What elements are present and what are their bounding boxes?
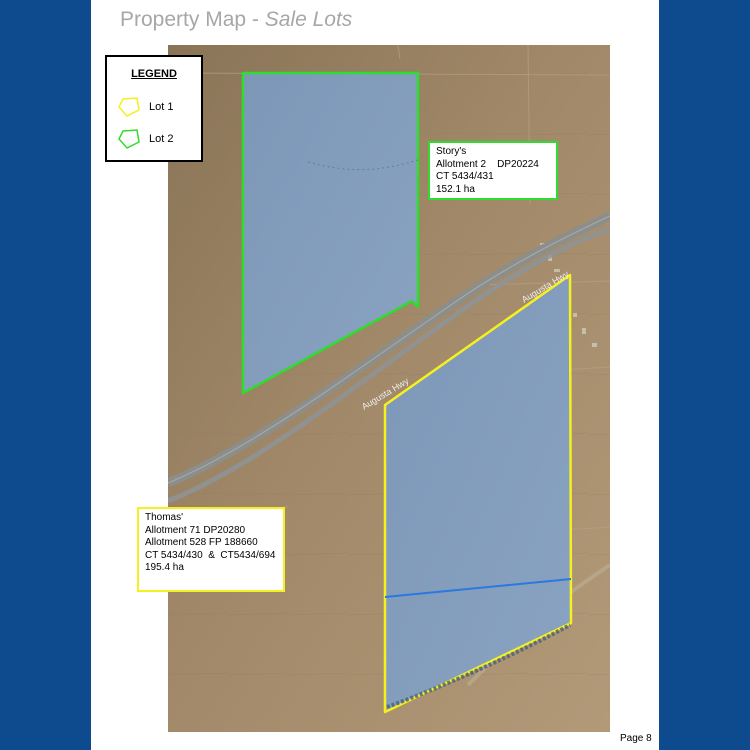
document-page: Property Map - Sale Lots Augusta Hwy Aug… <box>91 0 659 750</box>
story-owner: Story's <box>436 146 467 157</box>
pentagon-yellow-icon <box>118 97 140 117</box>
title-main: Property Map - <box>120 8 265 31</box>
legend-label-lot-2: Lot 2 <box>149 133 174 145</box>
thomas-allotment-528: Allotment 528 FP 188660 <box>145 537 258 548</box>
story-title-ref: CT 5434/431 <box>436 171 494 182</box>
title-subtitle: Sale Lots <box>264 8 353 31</box>
callout-story-lot: Story's Allotment 2 DP20224 CT 5434/431 … <box>428 141 558 200</box>
legend-item-lot-2: Lot 2 <box>117 128 173 150</box>
page-number: Page 8 <box>620 733 652 744</box>
map-legend: LEGEND Lot 1 Lot 2 <box>105 55 203 162</box>
story-area: 152.1 ha <box>436 183 475 195</box>
thomas-title-refs: CT 5434/430 & CT5434/694 <box>145 549 276 561</box>
thomas-allotment-71: Allotment 71 DP20280 <box>145 524 246 536</box>
pentagon-green-icon <box>118 129 140 149</box>
legend-label-lot-1: Lot 1 <box>149 101 174 113</box>
legend-heading: LEGEND <box>131 68 177 80</box>
callout-thomas-lot: Thomas' Allotment 71 DP20280 Allotment 5… <box>137 507 285 592</box>
legend-item-lot-1: Lot 1 <box>117 96 173 118</box>
page-title: Property Map - Sale Lots <box>120 8 352 32</box>
thomas-owner: Thomas' <box>145 512 184 523</box>
story-allotment: Allotment 2 DP20224 <box>436 158 539 170</box>
thomas-area: 195.4 ha <box>145 562 184 573</box>
